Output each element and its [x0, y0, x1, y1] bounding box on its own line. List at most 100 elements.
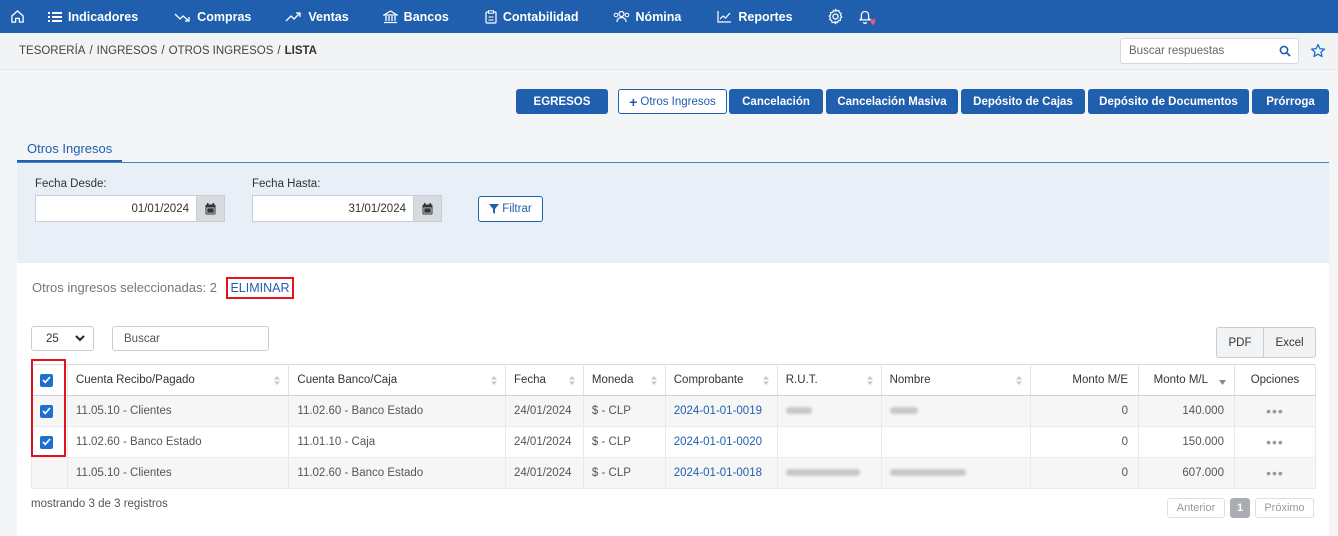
select-all-cell	[31, 364, 68, 396]
cell-comprobante-link[interactable]: 2024-01-01-0018	[664, 457, 778, 489]
nav-reportes[interactable]: Reportes	[703, 0, 806, 33]
export-buttons: PDF Excel	[1216, 327, 1316, 358]
cell-moneda: $ - CLP	[582, 426, 666, 458]
gear-icon[interactable]	[819, 0, 853, 33]
sort-icon	[650, 376, 657, 385]
cell-cuenta: 11.02.60 - Banco Estado	[66, 426, 290, 458]
col-moneda[interactable]: Moneda	[582, 364, 666, 396]
prorroga-button[interactable]: Prórroga	[1252, 89, 1329, 114]
redacted-nombre	[889, 469, 966, 477]
col-rut[interactable]: R.U.T.	[776, 364, 882, 396]
col-fecha-label: Fecha	[513, 374, 546, 386]
row-checkbox[interactable]	[40, 435, 53, 449]
row-select-cell	[31, 457, 68, 489]
table-row[interactable]: 11.02.60 - Banco Estado 11.01.10 - Caja …	[31, 426, 1317, 458]
cancelacion-button[interactable]: Cancelación	[729, 89, 823, 114]
cell-nombre	[880, 395, 1032, 427]
cell-rut	[776, 426, 882, 458]
calendar-icon[interactable]	[196, 195, 225, 222]
table-row[interactable]: 11.05.10 - Clientes 11.02.60 - Banco Est…	[31, 395, 1317, 427]
cell-fecha: 24/01/2024	[504, 457, 584, 489]
row-checkbox[interactable]	[40, 404, 53, 418]
cell-rut	[776, 457, 882, 489]
help-search-input[interactable]	[1129, 45, 1269, 57]
select-all-checkbox[interactable]	[40, 373, 53, 387]
nav-compras-label: Compras	[197, 9, 252, 24]
col-fecha[interactable]: Fecha	[504, 364, 584, 396]
star-icon[interactable]	[1310, 43, 1326, 59]
fecha-desde-input[interactable]	[35, 195, 198, 222]
breadcrumb-otros-ingresos[interactable]: OTROS INGRESOS	[169, 45, 274, 57]
col-cuenta[interactable]: Cuenta Recibo/Pagado	[66, 364, 290, 396]
nav-ventas[interactable]: Ventas	[271, 0, 362, 33]
cell-banco: 11.01.10 - Caja	[288, 426, 506, 458]
cell-nombre	[880, 426, 1032, 458]
cell-monto-ml: 607.000	[1138, 457, 1235, 489]
nav-contabilidad[interactable]: Contabilidad	[471, 0, 593, 33]
nav-bancos[interactable]: Bancos	[369, 0, 463, 33]
breadcrumb-tesoreria[interactable]: TESORERÍA	[19, 45, 85, 57]
filter-icon	[489, 204, 500, 214]
eliminar-link[interactable]: ELIMINAR	[226, 277, 294, 299]
cancelacion-masiva-button[interactable]: Cancelación Masiva	[826, 89, 958, 114]
nav-nomina[interactable]: Nómina	[599, 0, 696, 33]
export-pdf-button[interactable]: PDF	[1217, 328, 1264, 357]
filtrar-button[interactable]: Filtrar	[478, 196, 543, 222]
cell-comprobante-link[interactable]: 2024-01-01-0020	[664, 426, 778, 458]
filtrar-button-label: Filtrar	[502, 203, 532, 215]
row-options-icon[interactable]: •••	[1233, 395, 1317, 427]
pagination-page-1[interactable]: 1	[1230, 498, 1250, 518]
cell-monto-ml: 150.000	[1138, 426, 1235, 458]
pagination-next-button[interactable]: Próximo	[1255, 498, 1314, 518]
page-size-select[interactable]: 25	[31, 326, 94, 351]
filter-panel: Fecha Desde: Fecha Hasta: Filtrar	[17, 163, 1329, 263]
row-options-icon[interactable]: •••	[1233, 426, 1317, 458]
home-icon[interactable]	[0, 0, 34, 33]
breadcrumb: TESORERÍA / INGRESOS / OTROS INGRESOS / …	[19, 45, 317, 57]
breadcrumb-bar: TESORERÍA / INGRESOS / OTROS INGRESOS / …	[0, 33, 1338, 70]
nav-indicadores[interactable]: Indicadores	[34, 0, 152, 33]
cell-rut	[776, 395, 882, 427]
col-monto-ml-label: Monto M/L	[1153, 374, 1208, 386]
fecha-hasta-input[interactable]	[252, 195, 415, 222]
row-options-icon[interactable]: •••	[1233, 457, 1317, 489]
breadcrumb-ingresos[interactable]: INGRESOS	[97, 45, 158, 57]
breadcrumb-separator: /	[277, 45, 281, 57]
col-rut-label: R.U.T.	[785, 374, 818, 386]
table-header-row: Cuenta Recibo/Pagado Cuenta Banco/Caja F…	[31, 364, 1317, 396]
nav-compras[interactable]: Compras	[160, 0, 265, 33]
deposito-cajas-button[interactable]: Depósito de Cajas	[961, 89, 1085, 114]
col-comprobante[interactable]: Comprobante	[664, 364, 778, 396]
cell-monto-me: 0	[1030, 457, 1140, 489]
col-monto-ml[interactable]: Monto M/L	[1138, 364, 1235, 396]
col-nombre[interactable]: Nombre	[880, 364, 1032, 396]
chart-icon	[717, 11, 732, 23]
calendar-icon[interactable]	[413, 195, 442, 222]
egresos-button[interactable]: EGRESOS	[516, 89, 608, 114]
pagination-prev-button[interactable]: Anterior	[1167, 498, 1225, 518]
sort-icon	[866, 376, 873, 385]
users-icon	[613, 10, 629, 23]
col-banco[interactable]: Cuenta Banco/Caja	[288, 364, 506, 396]
col-nombre-label: Nombre	[889, 374, 931, 386]
plus-icon: +	[629, 93, 638, 110]
otros-ingresos-button[interactable]: + Otros Ingresos	[618, 89, 727, 114]
table-search-input[interactable]	[112, 326, 269, 351]
col-monto-me[interactable]: Monto M/E	[1030, 364, 1140, 396]
cell-monto-me: 0	[1030, 395, 1140, 427]
export-excel-button[interactable]: Excel	[1264, 328, 1315, 357]
deposito-documentos-button[interactable]: Depósito de Documentos	[1088, 89, 1249, 114]
cell-moneda: $ - CLP	[582, 395, 666, 427]
row-select-cell	[31, 426, 68, 458]
tab-otros-ingresos[interactable]: Otros Ingresos	[17, 137, 123, 162]
search-icon[interactable]	[1279, 45, 1291, 57]
pagination: Anterior 1 Próximo	[1167, 498, 1314, 518]
table-row[interactable]: 11.05.10 - Clientes 11.02.60 - Banco Est…	[31, 457, 1317, 489]
sort-desc-icon	[1218, 380, 1226, 385]
cell-comprobante-link[interactable]: 2024-01-01-0019	[664, 395, 778, 427]
bell-icon[interactable]	[853, 0, 883, 33]
nav-contabilidad-label: Contabilidad	[502, 9, 579, 24]
redacted-nombre	[889, 407, 918, 415]
nav-ventas-label: Ventas	[308, 9, 349, 24]
col-monto-me-label: Monto M/E	[1072, 374, 1129, 386]
